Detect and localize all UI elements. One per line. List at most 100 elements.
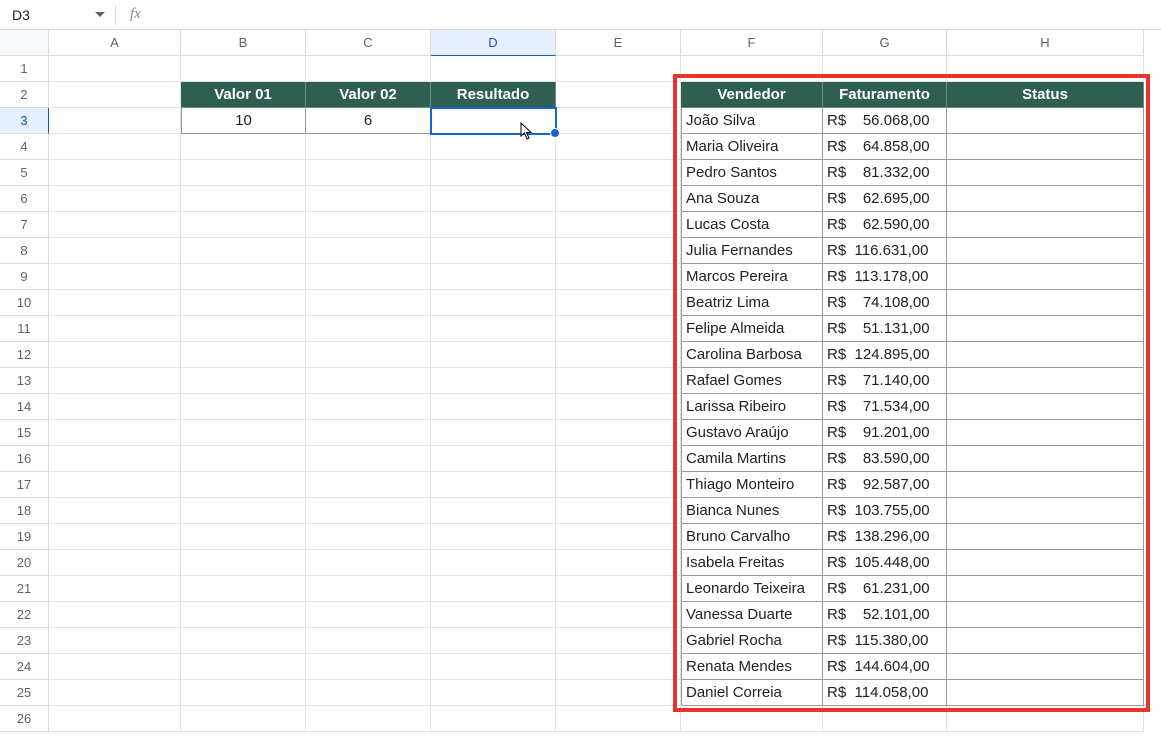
row-header-25[interactable]: 25: [0, 680, 49, 706]
cell-E19[interactable]: [556, 524, 681, 550]
row-header-17[interactable]: 17: [0, 472, 49, 498]
cell-C17[interactable]: [306, 472, 431, 498]
cell-C23[interactable]: [306, 628, 431, 654]
vendor-name-3[interactable]: Ana Souza: [681, 186, 823, 212]
vendor-revenue-8[interactable]: R$ 51.131,00: [823, 316, 947, 342]
vendor-revenue-12[interactable]: R$ 91.201,00: [823, 420, 947, 446]
cell-B26[interactable]: [181, 706, 306, 732]
cell-B11[interactable]: [181, 316, 306, 342]
left-value-2[interactable]: [431, 108, 556, 134]
cell-E1[interactable]: [556, 56, 681, 82]
cell-D23[interactable]: [431, 628, 556, 654]
right-header-1[interactable]: Faturamento: [823, 82, 947, 108]
vendor-status-5[interactable]: [947, 238, 1144, 264]
row-header-15[interactable]: 15: [0, 420, 49, 446]
cell-C12[interactable]: [306, 342, 431, 368]
cell-E13[interactable]: [556, 368, 681, 394]
vendor-status-20[interactable]: [947, 628, 1144, 654]
cell-B1[interactable]: [181, 56, 306, 82]
vendor-name-5[interactable]: Julia Fernandes: [681, 238, 823, 264]
vendor-status-12[interactable]: [947, 420, 1144, 446]
vendor-revenue-16[interactable]: R$ 138.296,00: [823, 524, 947, 550]
cell-C26[interactable]: [306, 706, 431, 732]
vendor-name-9[interactable]: Carolina Barbosa: [681, 342, 823, 368]
vendor-name-12[interactable]: Gustavo Araújo: [681, 420, 823, 446]
cell-F26[interactable]: [681, 706, 823, 732]
row-header-1[interactable]: 1: [0, 56, 49, 82]
vendor-revenue-4[interactable]: R$ 62.590,00: [823, 212, 947, 238]
cell-E8[interactable]: [556, 238, 681, 264]
cell-A12[interactable]: [49, 342, 181, 368]
cell-B10[interactable]: [181, 290, 306, 316]
fx-icon[interactable]: fx: [116, 6, 151, 23]
cell-C20[interactable]: [306, 550, 431, 576]
cell-A4[interactable]: [49, 134, 181, 160]
vendor-revenue-21[interactable]: R$ 144.604,00: [823, 654, 947, 680]
cell-A9[interactable]: [49, 264, 181, 290]
cell-D7[interactable]: [431, 212, 556, 238]
cell-D14[interactable]: [431, 394, 556, 420]
vendor-name-14[interactable]: Thiago Monteiro: [681, 472, 823, 498]
cell-E7[interactable]: [556, 212, 681, 238]
cell-A3[interactable]: [49, 108, 181, 134]
cell-D25[interactable]: [431, 680, 556, 706]
cell-D21[interactable]: [431, 576, 556, 602]
cell-A19[interactable]: [49, 524, 181, 550]
cell-C24[interactable]: [306, 654, 431, 680]
vendor-revenue-3[interactable]: R$ 62.695,00: [823, 186, 947, 212]
row-header-18[interactable]: 18: [0, 498, 49, 524]
cell-E17[interactable]: [556, 472, 681, 498]
vendor-revenue-20[interactable]: R$ 115.380,00: [823, 628, 947, 654]
cell-D4[interactable]: [431, 134, 556, 160]
row-header-6[interactable]: 6: [0, 186, 49, 212]
vendor-status-1[interactable]: [947, 134, 1144, 160]
cell-A8[interactable]: [49, 238, 181, 264]
cell-A25[interactable]: [49, 680, 181, 706]
left-header-0[interactable]: Valor 01: [181, 82, 306, 108]
cell-E21[interactable]: [556, 576, 681, 602]
col-header-E[interactable]: E: [556, 30, 681, 56]
vendor-name-11[interactable]: Larissa Ribeiro: [681, 394, 823, 420]
vendor-status-10[interactable]: [947, 368, 1144, 394]
cell-A10[interactable]: [49, 290, 181, 316]
row-header-20[interactable]: 20: [0, 550, 49, 576]
vendor-status-15[interactable]: [947, 498, 1144, 524]
vendor-status-16[interactable]: [947, 524, 1144, 550]
cell-E23[interactable]: [556, 628, 681, 654]
cell-A15[interactable]: [49, 420, 181, 446]
cell-B18[interactable]: [181, 498, 306, 524]
cell-C15[interactable]: [306, 420, 431, 446]
right-header-2[interactable]: Status: [947, 82, 1144, 108]
cell-D8[interactable]: [431, 238, 556, 264]
vendor-revenue-1[interactable]: R$ 64.858,00: [823, 134, 947, 160]
cell-B9[interactable]: [181, 264, 306, 290]
cell-D5[interactable]: [431, 160, 556, 186]
vendor-name-20[interactable]: Gabriel Rocha: [681, 628, 823, 654]
cell-B12[interactable]: [181, 342, 306, 368]
col-header-F[interactable]: F: [681, 30, 823, 56]
vendor-revenue-15[interactable]: R$ 103.755,00: [823, 498, 947, 524]
cell-C8[interactable]: [306, 238, 431, 264]
cell-E24[interactable]: [556, 654, 681, 680]
cell-B19[interactable]: [181, 524, 306, 550]
cell-D17[interactable]: [431, 472, 556, 498]
vendor-name-15[interactable]: Bianca Nunes: [681, 498, 823, 524]
cell-A20[interactable]: [49, 550, 181, 576]
row-header-7[interactable]: 7: [0, 212, 49, 238]
select-all-corner[interactable]: [0, 30, 49, 56]
vendor-status-6[interactable]: [947, 264, 1144, 290]
row-header-8[interactable]: 8: [0, 238, 49, 264]
cell-C7[interactable]: [306, 212, 431, 238]
vendor-name-13[interactable]: Camila Martins: [681, 446, 823, 472]
row-header-23[interactable]: 23: [0, 628, 49, 654]
col-header-A[interactable]: A: [49, 30, 181, 56]
cell-E11[interactable]: [556, 316, 681, 342]
vendor-revenue-11[interactable]: R$ 71.534,00: [823, 394, 947, 420]
vendor-name-18[interactable]: Leonardo Teixeira: [681, 576, 823, 602]
cell-H26[interactable]: [947, 706, 1144, 732]
vendor-revenue-9[interactable]: R$ 124.895,00: [823, 342, 947, 368]
cell-E9[interactable]: [556, 264, 681, 290]
right-header-0[interactable]: Vendedor: [681, 82, 823, 108]
cell-E22[interactable]: [556, 602, 681, 628]
cell-E2[interactable]: [556, 82, 681, 108]
